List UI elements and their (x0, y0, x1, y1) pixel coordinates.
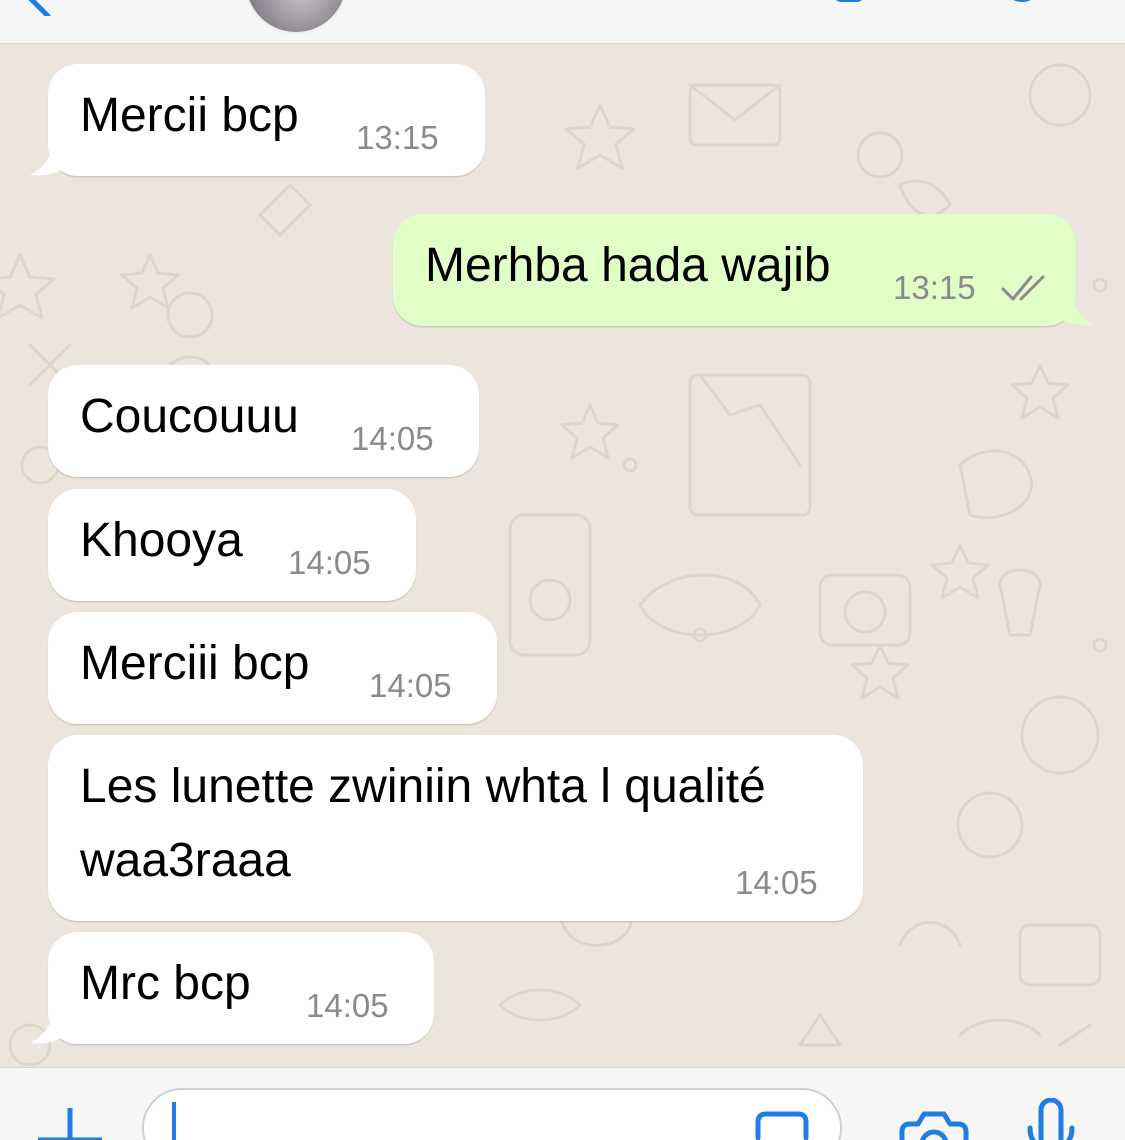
message-timestamp: 13:15 (893, 269, 976, 306)
text-cursor (172, 1102, 176, 1140)
message-text: Mrc bcp (80, 957, 251, 1010)
contact-avatar[interactable] (244, 0, 348, 34)
message-text: Merhba hada wajib (425, 239, 831, 292)
message-timestamp: 14:05 (306, 987, 389, 1024)
message-timestamp: 14:05 (351, 420, 434, 457)
camera-icon[interactable] (898, 1108, 970, 1140)
video-call-icon[interactable] (832, 0, 872, 10)
message-timestamp: 14:05 (369, 667, 452, 704)
message-timestamp: 13:15 (356, 119, 439, 156)
message-text-line-2: waa3raaa (80, 834, 291, 887)
message-bubble-incoming[interactable]: Mrc bcp 14:05 (48, 932, 434, 1044)
message-text-line-1: Les lunette zwiniin whta l qualité (80, 760, 766, 813)
voice-call-icon[interactable] (998, 0, 1048, 10)
message-list[interactable]: Mercii bcp 13:15 Merhba hada wajib 13:15… (0, 45, 1125, 1067)
message-bubble-incoming[interactable]: Coucouuu 14:05 (48, 365, 479, 477)
composer-bar (0, 1067, 1125, 1140)
bubble-tail (30, 141, 72, 176)
message-bubble-incoming[interactable]: Les lunette zwiniin whta l qualité waa3r… (48, 735, 863, 921)
chat-header (0, 0, 1125, 44)
message-text: Coucouuu (80, 390, 299, 443)
message-text: Khooya (80, 514, 243, 567)
message-timestamp: 14:05 (288, 544, 371, 581)
read-receipt-icon (1001, 275, 1045, 301)
message-bubble-outgoing[interactable]: Merhba hada wajib 13:15 (393, 214, 1076, 326)
message-bubble-incoming[interactable]: Mercii bcp 13:15 (48, 64, 485, 176)
sticker-icon[interactable] (752, 1108, 812, 1140)
message-input[interactable] (142, 1088, 842, 1140)
bubble-tail (1052, 291, 1094, 326)
message-text: Merciii bcp (80, 637, 310, 690)
plus-icon[interactable] (38, 1108, 102, 1140)
message-text: Mercii bcp (80, 89, 299, 142)
bubble-tail (30, 1009, 72, 1044)
back-chevron-icon[interactable] (20, 0, 60, 16)
message-bubble-incoming[interactable]: Merciii bcp 14:05 (48, 612, 497, 724)
message-timestamp: 14:05 (735, 864, 818, 901)
microphone-icon[interactable] (1026, 1098, 1076, 1140)
message-bubble-incoming[interactable]: Khooya 14:05 (48, 489, 416, 601)
